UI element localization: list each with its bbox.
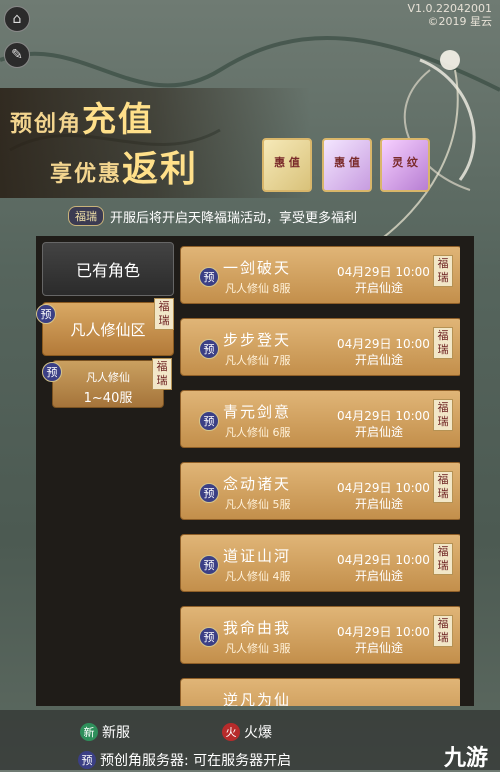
server-list: 预 一剑破天 凡人修仙 8服 04月29日 10:00 开启仙途 福瑞 预 步步… <box>180 246 460 706</box>
server-group: 凡人修仙 8服 <box>225 282 291 295</box>
server-item[interactable]: 预 步步登天 凡人修仙 7服 04月29日 10:00 开启仙途 福瑞 <box>180 318 460 376</box>
banner-line-2-big: 返利 <box>122 149 199 190</box>
server-name: 一剑破天 <box>223 259 292 277</box>
existing-roles-button[interactable]: 已有角色 <box>42 242 174 296</box>
server-furui-badge: 福瑞 <box>433 255 453 287</box>
reward-card-1-label: 惠 值 <box>274 156 300 169</box>
server-open-date: 04月29日 10:00 <box>337 337 430 351</box>
server-name: 青元剑意 <box>223 403 292 421</box>
server-item[interactable]: 预 道证山河 凡人修仙 4服 04月29日 10:00 开启仙途 福瑞 <box>180 534 460 592</box>
server-furui-badge: 福瑞 <box>433 543 453 575</box>
server-name: 步步登天 <box>223 331 292 349</box>
zone-label: 凡人修仙区 <box>70 320 146 339</box>
banner-line-2-prefix: 享优惠 <box>50 162 123 187</box>
server-group: 凡人修仙 6服 <box>225 426 291 439</box>
server-preorder-badge: 预 <box>199 411 219 431</box>
banner-line-1-big: 充值 <box>82 100 155 140</box>
server-name: 逆凡为仙 <box>223 691 292 706</box>
server-open-date: 04月29日 10:00 <box>337 265 430 279</box>
copyright: ©2019 星云 <box>427 15 493 28</box>
server-group: 凡人修仙 4服 <box>225 570 291 583</box>
notice-tag: 福瑞 <box>68 206 104 226</box>
server-preorder-badge: 预 <box>199 267 219 287</box>
wrench-icon: ✎ <box>11 47 23 63</box>
server-furui-badge: 福瑞 <box>433 327 453 359</box>
server-name: 道证山河 <box>223 547 292 565</box>
server-open-date: 04月29日 10:00 <box>337 553 430 567</box>
server-furui-badge: 福瑞 <box>433 471 453 503</box>
legend-hot: 火 火爆 <box>222 722 272 742</box>
notice-text: 开服后将开启天降福瑞活动，享受更多福利 <box>110 210 358 226</box>
sub-zone-line-1: 凡人修仙 <box>86 371 130 384</box>
sub-zone-1-40[interactable]: 凡人修仙 1~40服 <box>52 360 164 408</box>
watermark-logo: 九游 <box>443 746 488 771</box>
settings-button[interactable]: ✎ <box>4 42 30 68</box>
sub-zone-line-2: 1~40服 <box>83 391 133 406</box>
server-group: 凡人修仙 5服 <box>225 498 291 511</box>
server-open-date: 04月29日 10:00 <box>337 625 430 639</box>
home-button[interactable]: ⌂ <box>4 6 30 32</box>
server-state: 开启仙途 <box>355 425 404 439</box>
home-icon: ⌂ <box>12 11 22 27</box>
reward-card-3-label: 灵 纹 <box>392 156 418 169</box>
legend-new-label: 新服 <box>102 725 130 741</box>
version-number: V1.0.22042001 <box>407 2 492 15</box>
server-furui-badge: 福瑞 <box>433 615 453 647</box>
server-group: 凡人修仙 3服 <box>225 642 291 655</box>
server-panel: 已有角色 凡人修仙区 预 福瑞 凡人修仙 1~40服 预 福瑞 预 一剑破天 凡… <box>36 236 474 706</box>
promo-banner: 预创角充值 享优惠返利 惠 值 惠 值 灵 纹 <box>0 78 500 208</box>
zone-furui-badge: 福瑞 <box>154 298 174 330</box>
reward-card-1: 惠 值 <box>262 138 312 192</box>
server-preorder-badge: 预 <box>199 627 219 647</box>
legend-preorder-label: 预创角服务器: 可在服务器开启 <box>100 753 292 769</box>
reward-card-2-label: 惠 值 <box>334 156 360 169</box>
server-item[interactable]: 逆凡为仙 <box>180 678 460 706</box>
zone-preorder-badge: 预 <box>36 304 56 324</box>
legend-new: 新 新服 <box>80 722 130 742</box>
notice-bar: 福瑞 开服后将开启天降福瑞活动，享受更多福利 <box>68 206 357 226</box>
server-item[interactable]: 预 我命由我 凡人修仙 3服 04月29日 10:00 开启仙途 福瑞 <box>180 606 460 664</box>
preorder-server-icon: 预 <box>78 751 96 769</box>
server-preorder-badge: 预 <box>199 339 219 359</box>
server-name: 我命由我 <box>223 619 292 637</box>
hot-server-icon: 火 <box>222 723 240 741</box>
new-server-icon: 新 <box>80 723 98 741</box>
legend-preorder: 预 预创角服务器: 可在服务器开启 <box>78 750 291 770</box>
server-preorder-badge: 预 <box>199 483 219 503</box>
server-preorder-badge: 预 <box>199 555 219 575</box>
server-state: 开启仙途 <box>355 353 404 367</box>
server-name: 念动诸天 <box>223 475 292 493</box>
legend-hot-label: 火爆 <box>244 725 272 741</box>
version-info: V1.0.22042001 ©2019 星云 <box>407 2 492 28</box>
footer-legend: 新 新服 火 火爆 预 预创角服务器: 可在服务器开启 九游 <box>0 710 500 771</box>
server-state: 开启仙途 <box>355 281 404 295</box>
sub-preorder-badge: 预 <box>42 362 62 382</box>
banner-line-1: 预创角充值 <box>10 92 154 141</box>
reward-card-2: 惠 值 <box>322 138 372 192</box>
server-group: 凡人修仙 7服 <box>225 354 291 367</box>
reward-card-3: 灵 纹 <box>380 138 430 192</box>
server-furui-badge: 福瑞 <box>433 399 453 431</box>
server-open-date: 04月29日 10:00 <box>337 409 430 423</box>
server-item[interactable]: 预 青元剑意 凡人修仙 6服 04月29日 10:00 开启仙途 福瑞 <box>180 390 460 448</box>
server-state: 开启仙途 <box>355 497 404 511</box>
banner-line-1-prefix: 预创角 <box>10 112 83 137</box>
sub-furui-badge: 福瑞 <box>152 358 172 390</box>
server-state: 开启仙途 <box>355 641 404 655</box>
server-open-date: 04月29日 10:00 <box>337 481 430 495</box>
server-item[interactable]: 预 念动诸天 凡人修仙 5服 04月29日 10:00 开启仙途 福瑞 <box>180 462 460 520</box>
server-item[interactable]: 预 一剑破天 凡人修仙 8服 04月29日 10:00 开启仙途 福瑞 <box>180 246 460 304</box>
server-state: 开启仙途 <box>355 569 404 583</box>
banner-line-2: 享优惠返利 <box>50 140 198 192</box>
